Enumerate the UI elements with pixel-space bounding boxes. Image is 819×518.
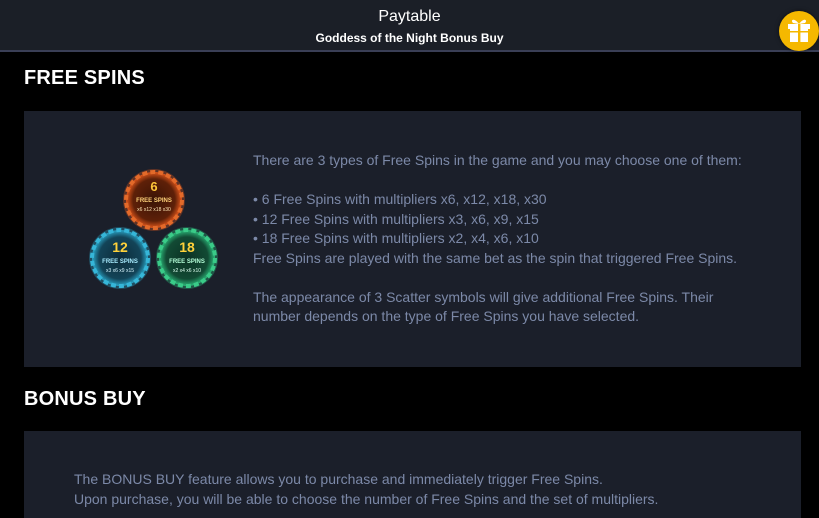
page-title: Paytable bbox=[378, 8, 441, 25]
free-spins-intro: There are 3 types of Free Spins in the g… bbox=[253, 152, 742, 168]
chip-6-free-spins: 6 FREE SPINS x6 x12 x18 x30 bbox=[123, 169, 185, 231]
bonus-buy-heading: BONUS BUY bbox=[24, 388, 146, 410]
free-spins-heading: FREE SPINS bbox=[24, 67, 145, 89]
chip-6-label: FREE SPINS bbox=[136, 198, 172, 204]
chip-18-multipliers: x2 x4 x6 x10 bbox=[173, 268, 201, 274]
page-subtitle: Goddess of the Night Bonus Buy bbox=[315, 31, 504, 45]
chip-12-multipliers: x3 x6 x9 x15 bbox=[106, 268, 134, 274]
chip-12-label: FREE SPINS bbox=[102, 259, 138, 265]
free-spins-description: There are 3 types of Free Spins in the g… bbox=[253, 151, 793, 327]
bonus-buy-line-2: Upon purchase, you will be able to choos… bbox=[74, 490, 659, 507]
chip-18-label: FREE SPINS bbox=[169, 259, 205, 265]
gift-icon bbox=[788, 19, 810, 42]
chip-18-free-spins: 18 FREE SPINS x2 x4 x6 x10 bbox=[156, 227, 218, 289]
free-spins-scatter-line-2: number depends on the type of Free Spins… bbox=[253, 308, 640, 324]
free-spins-bet-note: Free Spins are played with the same bet … bbox=[253, 249, 738, 266]
header-bar: Paytable Goddess of the Night Bonus Buy bbox=[0, 0, 819, 52]
chip-18-number: 18 bbox=[179, 239, 195, 255]
free-spins-chips-image: 6 FREE SPINS x6 x12 x18 x30 12 FREE SPIN… bbox=[89, 169, 218, 289]
free-spins-panel: 6 FREE SPINS x6 x12 x18 x30 12 FREE SPIN… bbox=[24, 111, 801, 367]
free-spins-option-12: • 12 Free Spins with multipliers x3, x6,… bbox=[253, 210, 539, 227]
free-spins-scatter-line-1: The appearance of 3 Scatter symbols will… bbox=[253, 288, 714, 305]
chip-6-multipliers: x6 x12 x18 x30 bbox=[137, 207, 171, 213]
chip-6-number: 6 bbox=[150, 179, 157, 194]
chip-12-number: 12 bbox=[112, 239, 128, 255]
bonus-buy-panel: The BONUS BUY feature allows you to purc… bbox=[24, 431, 801, 518]
bonus-buy-line-1: The BONUS BUY feature allows you to purc… bbox=[74, 471, 603, 487]
bonus-buy-description: The BONUS BUY feature allows you to purc… bbox=[74, 470, 794, 509]
free-spins-option-18: • 18 Free Spins with multipliers x2, x4,… bbox=[253, 230, 539, 246]
gift-button[interactable] bbox=[779, 11, 819, 51]
chip-12-free-spins: 12 FREE SPINS x3 x6 x9 x15 bbox=[89, 227, 151, 289]
free-spins-option-6: • 6 Free Spins with multipliers x6, x12,… bbox=[253, 191, 547, 207]
